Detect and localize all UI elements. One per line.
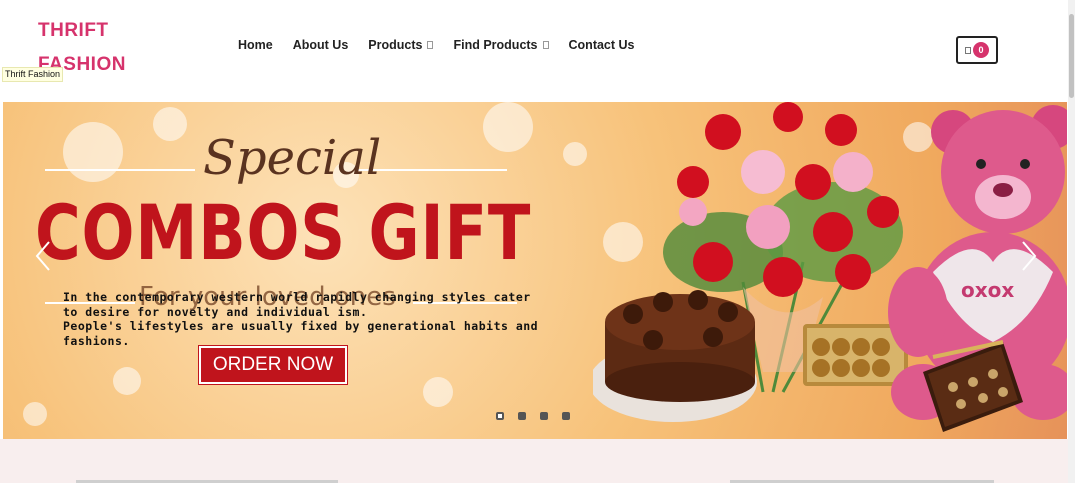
logo-tooltip: Thrift Fashion: [2, 67, 64, 82]
carousel-next-button[interactable]: [1021, 240, 1037, 272]
site-header: THRIFT FASHION Thrift Fashion Home About…: [0, 0, 1068, 102]
nav-contact-us-label: Contact Us: [568, 38, 635, 52]
carousel-dot-2[interactable]: [518, 412, 526, 420]
bokeh-light: [153, 107, 187, 141]
bokeh-light: [63, 122, 123, 182]
nav-products[interactable]: Products: [368, 38, 434, 52]
page-scrollbar[interactable]: [1068, 0, 1075, 483]
bokeh-light: [423, 377, 453, 407]
page: THRIFT FASHION Thrift Fashion Home About…: [0, 0, 1075, 483]
banner-description: In the contemporary western world rapidl…: [63, 290, 543, 348]
carousel-dot-3[interactable]: [540, 412, 548, 420]
scrollbar-thumb[interactable]: [1069, 14, 1074, 98]
gift-combo-illustration: oxox: [593, 102, 1067, 432]
carousel-dot-4[interactable]: [562, 412, 570, 420]
description-paragraph: People's lifestyles are usually fixed by…: [63, 319, 539, 348]
chevron-down-icon: [427, 41, 434, 49]
carousel-prev-button[interactable]: [35, 240, 51, 272]
shopping-bag-icon: [965, 46, 971, 54]
nav-home-label: Home: [238, 38, 273, 52]
cart-button[interactable]: 0: [956, 36, 998, 64]
featured-section: [0, 439, 1068, 483]
nav-contact-us[interactable]: Contact Us: [569, 38, 635, 52]
nav-find-products-label: Find Products: [453, 38, 538, 52]
svg-text:oxox: oxox: [961, 278, 1014, 302]
description-paragraph: In the contemporary western world rapidl…: [63, 290, 531, 319]
logo-line-1: THRIFT: [38, 20, 109, 41]
banner-main-heading: COMBOS GIFT: [35, 188, 532, 277]
bokeh-light: [23, 402, 47, 426]
order-now-button[interactable]: ORDER NOW: [198, 345, 348, 385]
nav-products-label: Products: [368, 38, 423, 52]
banner-script-heading: Special: [203, 130, 382, 186]
bokeh-light: [483, 102, 533, 152]
nav-home[interactable]: Home: [238, 38, 273, 52]
hero-carousel: oxox Special COMBOS GIFT For your loved …: [3, 102, 1067, 439]
cart-count-badge: 0: [973, 42, 989, 58]
chocolate-cake-icon: [593, 290, 757, 422]
carousel-dot-1[interactable]: [496, 412, 504, 420]
nav-about-us[interactable]: About Us: [293, 38, 349, 52]
nav-about-us-label: About Us: [292, 38, 349, 52]
nav-find-products[interactable]: Find Products: [453, 38, 549, 52]
divider-line: [45, 169, 195, 171]
bokeh-light: [563, 142, 587, 166]
chevron-down-icon: [542, 41, 549, 49]
main-nav: Home About Us Products Find Products Con…: [238, 38, 655, 52]
bokeh-light: [113, 367, 141, 395]
chevron-right-icon: [1022, 241, 1037, 271]
chevron-left-icon: [35, 241, 50, 271]
carousel-indicators: [496, 412, 570, 420]
